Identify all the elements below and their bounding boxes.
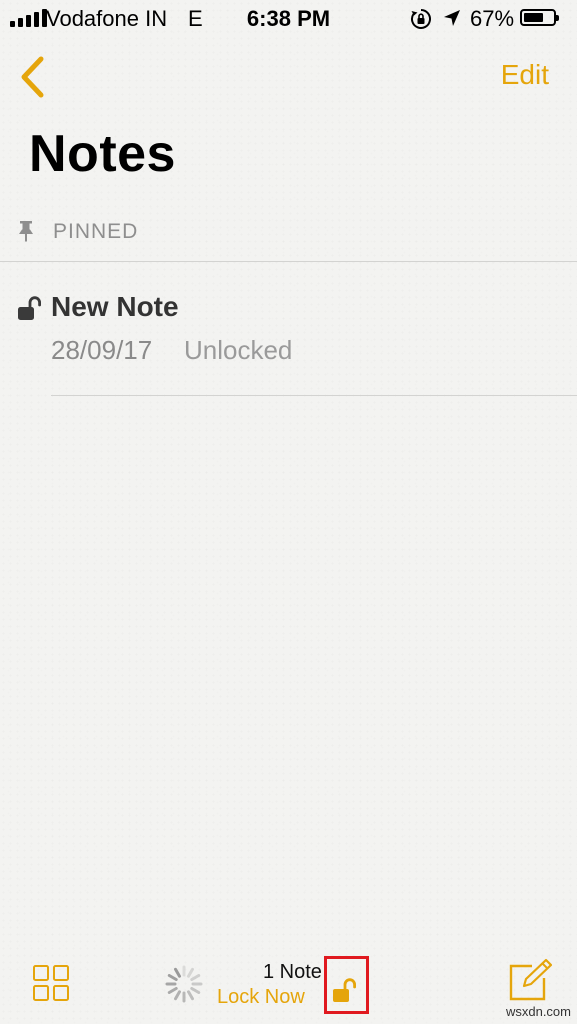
- lock-open-icon: [18, 296, 41, 320]
- watermark-text: wsxdn.com: [505, 1004, 571, 1019]
- pinned-section-header: PINNED: [53, 220, 139, 243]
- orientation-lock-icon: [411, 9, 431, 29]
- battery-fill: [524, 13, 543, 22]
- note-lock-status: Unlocked: [184, 335, 293, 365]
- location-arrow-icon: [444, 10, 460, 26]
- loading-spinner-icon: [165, 965, 203, 1003]
- spinner-spoke: [167, 987, 178, 994]
- spinner-spoke: [167, 974, 178, 981]
- divider: [51, 395, 577, 396]
- spinner-spoke: [174, 990, 181, 1001]
- page-title: Notes: [29, 125, 176, 183]
- spinner-spoke: [190, 987, 201, 994]
- spinner-spoke: [187, 967, 194, 978]
- note-count: 1 Note: [263, 961, 322, 983]
- notes-screen: Vodafone IN E 6:38 PM 67% Edit Notes PIN…: [0, 0, 577, 1024]
- battery-percentage: 67%: [470, 6, 515, 31]
- spinner-spoke: [187, 990, 194, 1001]
- spinner-spoke: [174, 967, 181, 978]
- note-list-item[interactable]: New Note 28/09/17 Unlocked: [0, 262, 577, 396]
- compose-icon[interactable]: [508, 958, 552, 1002]
- gallery-grid-icon[interactable]: [33, 965, 69, 1001]
- status-bar: Vodafone IN E 6:38 PM 67%: [0, 0, 577, 38]
- note-date: 28/09/17: [51, 335, 153, 365]
- note-title: New Note: [51, 291, 179, 322]
- pin-icon: [19, 221, 33, 242]
- chevron-left-icon[interactable]: [14, 52, 54, 102]
- padlock-open-icon[interactable]: [332, 978, 356, 1004]
- spinner-spoke: [190, 974, 201, 981]
- edit-button[interactable]: Edit: [501, 59, 549, 91]
- battery-icon: [520, 9, 559, 26]
- lock-now-button[interactable]: Lock Now: [217, 986, 305, 1009]
